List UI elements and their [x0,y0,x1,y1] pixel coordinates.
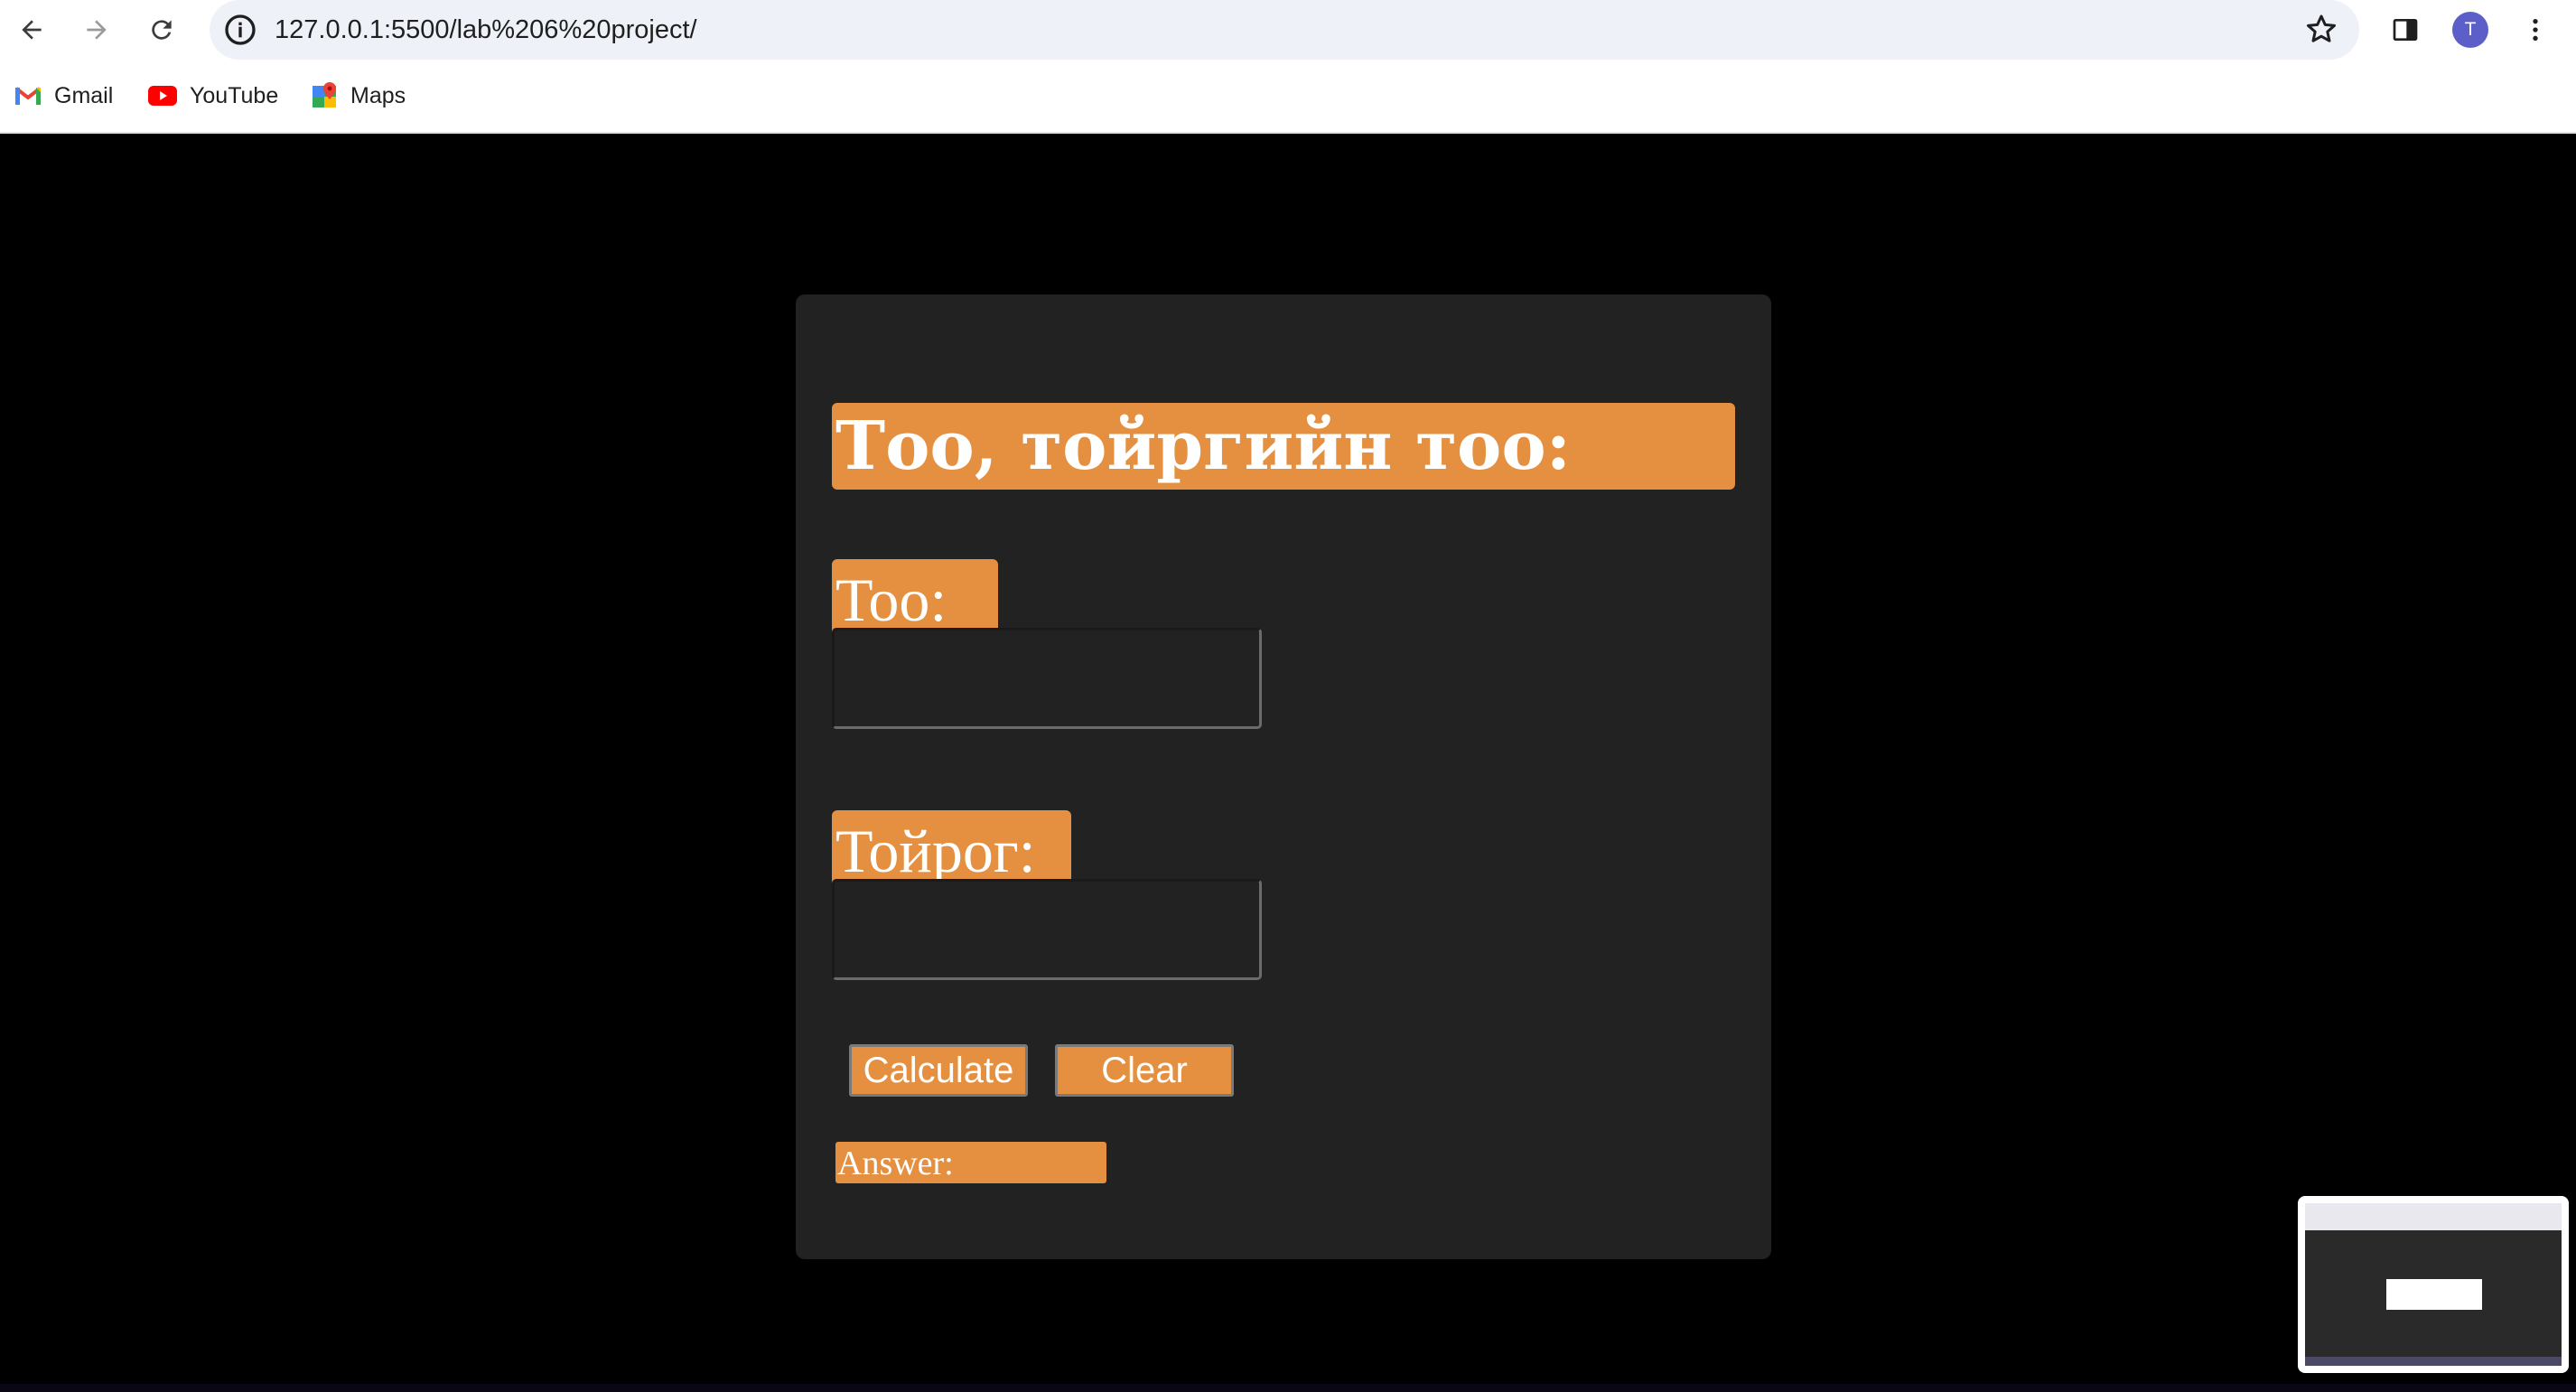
clear-button[interactable]: Clear [1055,1044,1234,1097]
address-bar[interactable]: 127.0.0.1:5500/lab%206%20project/ [210,0,2359,60]
reload-icon [152,20,172,40]
maps-icon [313,82,336,107]
number-label: Тоо: [832,559,998,637]
round-label: Тойрог: [832,810,1071,888]
screenshot-preview-thumbnail[interactable] [2298,1196,2569,1373]
browser-menu-button[interactable] [2515,9,2556,51]
bookmarks-bar: Gmail YouTube Maps [0,60,2576,134]
page-title: Тоо, тойргийн тоо: [832,403,1735,490]
url-text[interactable]: 127.0.0.1:5500/lab%206%20project/ [275,0,697,60]
thumbnail-browser-bar [2305,1203,2562,1230]
browser-toolbar: 127.0.0.1:5500/lab%206%20project/ T [0,0,2576,60]
thumbnail-card [2386,1279,2482,1310]
desktop-edge [0,1384,2576,1392]
answer-output: Answer: [835,1142,1106,1183]
bookmark-maps[interactable]: Maps [313,78,406,114]
side-panel-icon [2393,19,2418,41]
number-input[interactable] [832,628,1262,729]
site-info-icon[interactable] [222,12,258,48]
thumbnail-dock [2305,1357,2562,1366]
bookmark-youtube[interactable]: YouTube [148,78,278,114]
bookmark-label: Maps [350,82,406,108]
bookmark-label: Gmail [54,82,114,108]
bookmark-star-icon[interactable] [2303,12,2339,48]
thumbnail-image [2305,1203,2562,1366]
forward-button[interactable] [72,5,121,54]
bookmark-gmail[interactable]: Gmail [14,78,113,114]
round-input[interactable] [832,879,1262,980]
profile-button[interactable]: T [2450,9,2491,51]
forward-arrow-icon [87,20,107,40]
calculate-button[interactable]: Calculate [849,1044,1028,1097]
back-button[interactable] [7,5,56,54]
gmail-icon [14,87,42,105]
back-arrow-icon [22,20,42,40]
calculator-card: Тоо, тойргийн тоо: Тоо: Тойрог: Calculat… [796,294,1771,1259]
page-viewport: Тоо, тойргийн тоо: Тоо: Тойрог: Calculat… [0,134,2576,1392]
side-panel-button[interactable] [2385,9,2426,51]
reload-button[interactable] [137,5,186,54]
youtube-icon [148,86,177,106]
more-vertical-icon [2533,19,2538,41]
avatar: T [2452,12,2488,48]
bookmark-label: YouTube [190,82,279,108]
